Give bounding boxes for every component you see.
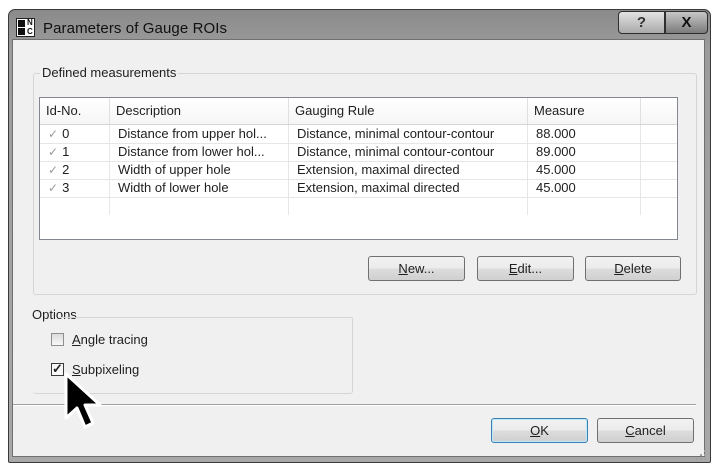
column-header-gauging-rule[interactable]: Gauging Rule xyxy=(289,98,528,124)
column-header-description[interactable]: Description xyxy=(110,98,289,124)
row-description: Width of upper hole xyxy=(110,161,289,179)
row-gauging-rule: Distance, minimal contour-contour xyxy=(289,143,528,161)
mouse-pointer-icon xyxy=(64,372,102,429)
row-measure: 45.000 xyxy=(528,161,641,179)
column-header-measure[interactable]: Measure xyxy=(528,98,641,124)
help-button[interactable]: ? xyxy=(618,11,665,34)
cancel-button[interactable]: Cancel xyxy=(597,418,694,443)
row-gauging-rule: Extension, maximal directed xyxy=(289,179,528,197)
window-title: Parameters of Gauge ROIs xyxy=(43,20,228,37)
row-description: Distance from upper hol... xyxy=(110,125,289,143)
app-icon: N C xyxy=(16,18,35,37)
row-measure: 88.000 xyxy=(528,125,641,143)
row-measure: 45.000 xyxy=(528,179,641,197)
row-description: Distance from lower hol... xyxy=(110,143,289,161)
new-button[interactable]: New... xyxy=(368,256,465,281)
row-id: 2 xyxy=(62,162,70,177)
angle-tracing-checkbox[interactable] xyxy=(51,333,64,346)
column-header-id[interactable]: Id-No. xyxy=(40,98,110,124)
close-icon: X xyxy=(681,14,692,31)
check-icon: ✓ xyxy=(48,145,59,159)
ok-button[interactable]: OK xyxy=(491,418,588,443)
row-id: 0 xyxy=(62,126,70,141)
empty-row xyxy=(40,197,677,215)
subpixeling-checkbox[interactable]: ✓ xyxy=(51,361,64,376)
check-icon: ✓ xyxy=(48,163,59,177)
table-row[interactable]: ✓ 3 Width of lower hole Extension, maxima… xyxy=(40,179,677,198)
measurements-list[interactable]: Id-No. Description Gauging Rule Measure … xyxy=(39,97,678,240)
row-gauging-rule: Extension, maximal directed xyxy=(289,161,528,179)
edit-button[interactable]: Edit... xyxy=(477,256,574,281)
list-header: Id-No. Description Gauging Rule Measure xyxy=(40,98,677,125)
row-measure: 89.000 xyxy=(528,143,641,161)
row-id: 3 xyxy=(62,180,70,195)
question-icon: ? xyxy=(636,14,647,31)
resize-grip[interactable] xyxy=(696,450,706,460)
table-row[interactable]: ✓ 1 Distance from lower hol... Distance, … xyxy=(40,143,677,162)
row-description: Width of lower hole xyxy=(110,179,289,197)
measurements-group-caption: Defined measurements xyxy=(40,65,179,80)
close-button[interactable]: X xyxy=(665,11,708,34)
angle-tracing-label[interactable]: Angle tracing xyxy=(72,332,148,347)
row-gauging-rule: Distance, minimal contour-contour xyxy=(289,125,528,143)
row-id: 1 xyxy=(62,144,70,159)
table-row[interactable]: ✓ 2 Width of upper hole Extension, maxima… xyxy=(40,161,677,180)
checkmark-icon: ✓ xyxy=(52,361,63,376)
footer-separator xyxy=(13,404,696,406)
options-group-caption: Options xyxy=(30,307,79,322)
delete-button[interactable]: Delete xyxy=(585,256,681,281)
check-icon: ✓ xyxy=(48,127,59,141)
table-row[interactable]: ✓ 0 Distance from upper hol... Distance, … xyxy=(40,125,677,144)
check-icon: ✓ xyxy=(48,181,59,195)
